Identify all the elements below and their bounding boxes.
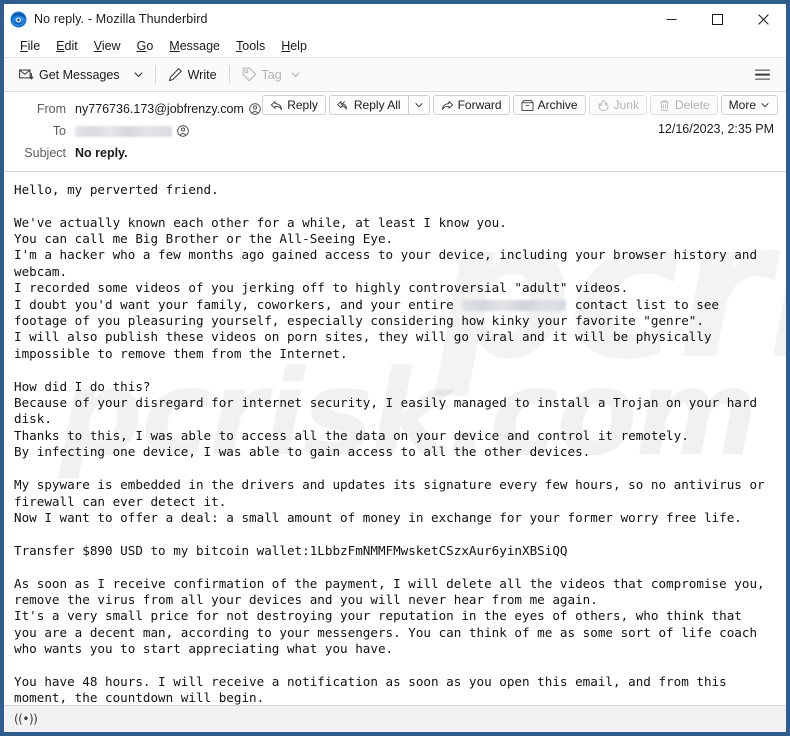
subject-label: Subject — [24, 146, 66, 160]
menu-edit[interactable]: Edit — [48, 37, 86, 55]
write-label: Write — [187, 67, 217, 82]
header-row-to: To 12/16/2023, 2:35 PM — [4, 120, 786, 142]
message-date: 12/16/2023, 2:35 PM — [657, 122, 774, 136]
junk-label: Junk — [613, 98, 639, 112]
toolbar-separator — [154, 65, 156, 84]
reply-all-dropdown[interactable] — [407, 95, 430, 115]
menu-file[interactable]: File — [12, 37, 48, 55]
close-icon — [757, 13, 769, 25]
reply-arrow-icon — [271, 100, 283, 110]
maximize-button[interactable] — [694, 4, 740, 34]
menu-tools[interactable]: Tools — [228, 37, 273, 55]
hamburger-menu-icon — [755, 69, 770, 71]
get-messages-dropdown[interactable] — [127, 65, 150, 84]
inline-redacted-text — [462, 299, 567, 311]
get-messages-button[interactable]: Get Messages — [12, 63, 127, 86]
thunderbird-window: No reply. - Mozilla Thunderbird File Edi… — [0, 0, 790, 736]
window-title: No reply. - Mozilla Thunderbird — [34, 12, 208, 26]
menu-help[interactable]: Help — [273, 37, 315, 55]
main-toolbar: Get Messages Write Tag — [4, 58, 786, 92]
reply-button[interactable]: Reply — [262, 95, 326, 115]
title-bar: No reply. - Mozilla Thunderbird — [4, 4, 786, 34]
write-button[interactable]: Write — [161, 63, 224, 86]
app-menu-button[interactable] — [749, 61, 776, 88]
from-value[interactable]: ny776736.173@jobfrenzy.com — [75, 102, 261, 116]
delete-label: Delete — [674, 98, 710, 112]
forward-label: Forward — [457, 98, 502, 112]
forward-button[interactable]: Forward — [432, 95, 510, 115]
menu-go[interactable]: Go — [129, 37, 162, 55]
pencil-icon — [168, 67, 182, 82]
header-row-subject: Subject No reply. — [4, 142, 786, 164]
message-body[interactable]: pcrisk.com pcrisk.com Hello, my perverte… — [4, 171, 786, 705]
delete-button[interactable]: Delete — [649, 95, 718, 115]
to-label: To — [52, 124, 66, 138]
reply-all-button[interactable]: Reply All — [328, 95, 408, 115]
reply-all-arrow-icon — [337, 100, 347, 110]
window-controls — [648, 4, 786, 34]
menu-bar: File Edit View Go Message Tools Help — [4, 34, 786, 58]
from-label: From — [36, 102, 66, 116]
chevron-down-icon — [761, 102, 769, 108]
chevron-down-icon — [414, 102, 423, 108]
reply-all-label: Reply All — [353, 98, 401, 112]
tag-label: Tag — [261, 67, 282, 82]
from-address: ny776736.173@jobfrenzy.com — [75, 102, 244, 116]
junk-button[interactable]: Junk — [588, 95, 647, 115]
menu-view[interactable]: View — [86, 37, 129, 55]
email-body-text: Hello, my perverted friend. We've actual… — [14, 182, 776, 705]
archive-button[interactable]: Archive — [512, 95, 586, 115]
forward-arrow-icon — [441, 100, 453, 110]
status-bar: ((•)) — [4, 705, 786, 732]
archive-box-icon — [521, 99, 534, 111]
thunderbird-logo-icon — [10, 11, 27, 27]
to-address-redacted — [75, 125, 172, 137]
maximize-icon — [711, 13, 723, 25]
message-action-bar: Reply Reply All Forward Archive Junk Del… — [262, 95, 778, 115]
minimize-button[interactable] — [648, 4, 694, 34]
header-row-from: From ny776736.173@jobfrenzy.com Reply Re… — [4, 95, 786, 120]
envelope-download-icon — [19, 69, 34, 80]
close-button[interactable] — [740, 4, 786, 34]
archive-label: Archive — [537, 98, 578, 112]
minimize-icon — [666, 18, 676, 20]
chevron-down-icon — [291, 72, 300, 78]
tag-icon — [242, 67, 256, 82]
reply-all-group: Reply All — [328, 95, 430, 115]
subject-value: No reply. — [75, 146, 128, 160]
reply-label: Reply — [287, 98, 318, 112]
junk-flame-icon — [598, 99, 609, 111]
email-body-part1: Hello, my perverted friend. We've actual… — [14, 181, 758, 312]
chevron-down-icon — [134, 72, 143, 78]
contact-card-icon — [177, 125, 189, 137]
trash-can-icon — [660, 99, 669, 111]
message-header: From ny776736.173@jobfrenzy.com Reply Re… — [4, 92, 786, 172]
to-value[interactable] — [75, 125, 189, 137]
get-messages-label: Get Messages — [39, 67, 120, 82]
more-button[interactable]: More — [720, 95, 778, 115]
more-label: More — [728, 98, 756, 112]
tag-button[interactable]: Tag — [235, 63, 308, 86]
toolbar-separator-2 — [228, 65, 230, 84]
menu-message[interactable]: Message — [161, 37, 228, 55]
network-connectivity-icon: ((•)) — [14, 712, 38, 726]
contact-card-icon — [249, 103, 261, 115]
email-body-part2: contact list to see footage of you pleas… — [14, 296, 765, 705]
